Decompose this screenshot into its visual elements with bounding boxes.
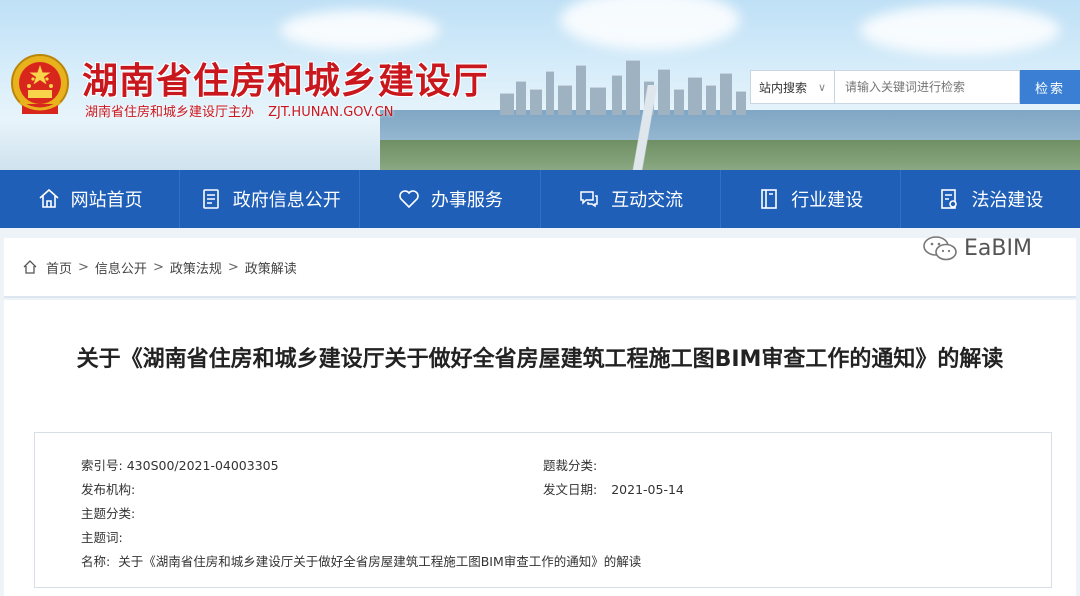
breadcrumb: 首页 > 信息公开 > 政策法规 > 政策解读	[4, 238, 1076, 298]
site-domain: ZJT.HUNAN.GOV.CN	[268, 105, 394, 120]
meta-label: 索引号:	[81, 458, 123, 473]
article-title: 关于《湖南省住房和城乡建设厅关于做好全省房屋建筑工程施工图BIM审查工作的通知》…	[76, 347, 1004, 372]
meta-publisher: 发布机构:	[81, 479, 139, 498]
home-icon	[23, 260, 37, 274]
shore-decoration	[380, 140, 1080, 170]
nav-item-label: 办事服务	[430, 190, 503, 211]
nav-item-interaction[interactable]: 互动交流	[541, 170, 721, 228]
home-icon	[39, 188, 59, 208]
meta-label: 主题分类:	[81, 506, 136, 521]
breadcrumb-separator: >	[227, 259, 239, 275]
nav-item-label: 行业建设	[791, 190, 864, 211]
site-sponsor: 湖南省住房和城乡建设厅主办	[85, 105, 255, 120]
nav-item-gov-info[interactable]: 政府信息公开	[180, 170, 361, 228]
bridge-decoration	[600, 85, 690, 170]
cloud-decoration	[280, 10, 440, 50]
header-banner: 湖南省住房和城乡建设厅 湖南省住房和城乡建设厅主办 ZJT.HUNAN.GOV.…	[0, 0, 1080, 170]
meta-date: 发文日期: 2021-05-14	[543, 479, 684, 498]
nav-item-label: 网站首页	[70, 190, 143, 211]
chevron-down-icon: ∨	[817, 80, 826, 94]
breadcrumb-item-policy[interactable]: 政策法规	[170, 258, 222, 277]
nav-item-services[interactable]: 办事服务	[360, 170, 541, 228]
heart-icon	[399, 190, 419, 209]
meta-value: 关于《湖南省住房和城乡建设厅关于做好全省房屋建筑工程施工图BIM审查工作的通知》…	[118, 554, 642, 569]
search-scope-label: 站内搜索	[759, 80, 808, 95]
breadcrumb-separator: >	[152, 259, 164, 275]
wechat-icon	[923, 236, 957, 261]
nav-item-law[interactable]: 法治建设	[901, 170, 1080, 228]
search-scope-select[interactable]: 站内搜索 ∨	[750, 70, 834, 104]
national-emblem-icon	[11, 54, 69, 114]
nav-item-home[interactable]: 网站首页	[0, 170, 181, 228]
meta-label: 名称:	[81, 554, 111, 569]
nav-item-industry[interactable]: 行业建设	[721, 170, 901, 228]
nav-item-label: 互动交流	[611, 190, 684, 211]
meta-topic-class: 主题分类:	[81, 503, 139, 522]
meta-index: 索引号: 430S00/2021-04003305	[81, 455, 279, 474]
breadcrumb-separator: >	[78, 259, 89, 275]
book-icon	[761, 189, 778, 209]
breadcrumb-item-home[interactable]: 首页	[46, 258, 72, 277]
cloud-decoration	[560, 0, 740, 50]
breadcrumb-item-info[interactable]: 信息公开	[95, 258, 147, 277]
watermark: EaBIM	[922, 234, 1032, 262]
cloud-decoration	[860, 5, 1060, 55]
breadcrumb-item-interpretation[interactable]: 政策解读	[245, 258, 297, 277]
search-input[interactable]	[834, 70, 1020, 104]
meta-label: 发文日期:	[543, 482, 598, 497]
meta-label: 发布机构:	[81, 482, 136, 497]
main-nav: 网站首页 政府信息公开 办事服务 互动交流 行业建设 法治建设	[0, 170, 1080, 228]
chat-icon	[580, 191, 598, 208]
meta-label: 题裁分类:	[543, 458, 598, 473]
watermark-text: EaBIM	[964, 235, 1032, 261]
article-content: 关于《湖南省住房和城乡建设厅关于做好全省房屋建筑工程施工图BIM审查工作的通知》…	[4, 300, 1076, 596]
meta-keywords: 主题词:	[81, 527, 127, 546]
site-title[interactable]: 湖南省住房和城乡建设厅	[82, 52, 489, 104]
article-meta-box: 索引号: 430S00/2021-04003305 题裁分类: 发布机构: 发文日…	[34, 432, 1052, 588]
document-icon	[202, 189, 219, 209]
site-subtitle: 湖南省住房和城乡建设厅主办 ZJT.HUNAN.GOV.CN	[85, 101, 403, 120]
nav-item-label: 法治建设	[971, 190, 1044, 211]
meta-subject-class: 题裁分类:	[543, 455, 601, 474]
meta-label: 主题词:	[81, 530, 123, 545]
meta-name: 名称: 关于《湖南省住房和城乡建设厅关于做好全省房屋建筑工程施工图BIM审查工作的…	[81, 551, 641, 570]
meta-value: 2021-05-14	[611, 482, 684, 497]
nav-item-label: 政府信息公开	[232, 190, 341, 211]
law-icon	[941, 189, 958, 209]
search-button[interactable]: 检索	[1020, 70, 1080, 104]
search-box: 站内搜索 ∨ 检索	[750, 70, 1080, 104]
meta-value: 430S00/2021-04003305	[126, 458, 279, 473]
